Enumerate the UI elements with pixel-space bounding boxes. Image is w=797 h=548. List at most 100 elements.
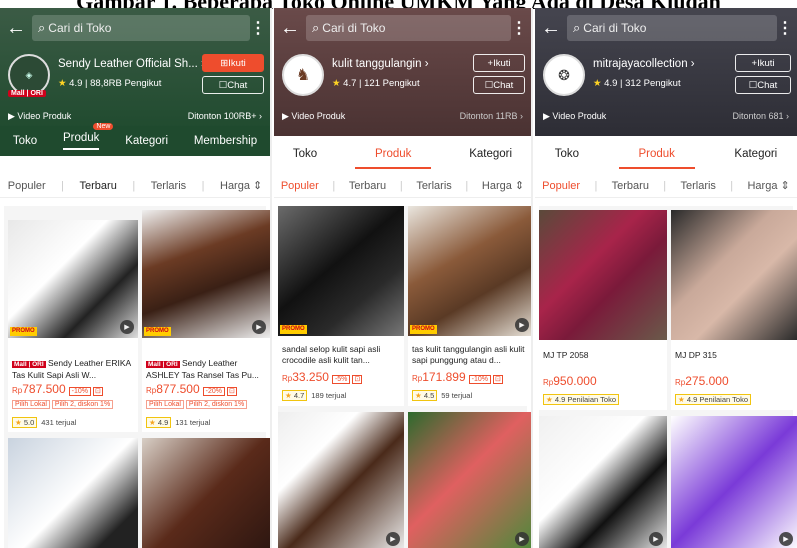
product-image xyxy=(539,210,667,340)
sort-bar: Populer | Terbaru | Terlaris | Harga ⇕ xyxy=(535,174,797,198)
shop-panel-kulit: ← ⌕ Cari di Toko ⋮ ♞ kulit tanggulangin ›… xyxy=(274,8,533,548)
sort-terbaru[interactable]: Terbaru xyxy=(612,180,649,192)
follow-button[interactable]: ⊞ Ikuti xyxy=(202,54,264,72)
sort-bar: Populer | Terbaru | Terlaris | Harga ⇕ xyxy=(274,174,531,198)
search-input[interactable]: ⌕ Cari di Toko xyxy=(32,15,250,41)
views-count: Ditonton 681 xyxy=(732,111,784,121)
more-options-icon[interactable]: ⋮ xyxy=(250,18,266,38)
chat-button[interactable]: ☐ Chat xyxy=(735,76,791,94)
sort-terlaris[interactable]: Terlaris xyxy=(416,180,451,192)
product-grid: MJ TP 2058 Rp950.000 ★ 4.9 Penilaian Tok… xyxy=(539,206,797,548)
shop-panel-sendy: ← ⌕ Cari di Toko ⋮ ◈ Mall | ORI Sendy Lea… xyxy=(0,8,272,548)
shop-avatar[interactable]: ❂ xyxy=(543,54,585,96)
product-card[interactable]: ▶ xyxy=(671,416,797,548)
shop-name[interactable]: Sendy Leather Official Sh... › xyxy=(58,58,205,70)
product-image xyxy=(671,210,797,340)
follow-button[interactable]: + Ikuti xyxy=(735,54,791,72)
product-card[interactable]: MJ DP 315 Rp275.000 ★ 4.9 Penilaian Toko xyxy=(671,210,797,410)
promo-badge: PROMO xyxy=(144,327,171,336)
play-icon: ▶ xyxy=(515,318,529,332)
shop-panel-mitrajaya: ← ⌕ Cari di Toko ⋮ ❂ mitrajayacollection … xyxy=(535,8,797,548)
more-options-icon[interactable]: ⋮ xyxy=(777,18,793,38)
tab-kategori[interactable]: Kategori xyxy=(469,148,512,160)
shop-name[interactable]: mitrajayacollection › xyxy=(593,58,695,70)
product-card[interactable]: ▶ xyxy=(408,412,531,548)
product-chips: Pilih Lokal Pilih 2, diskon 1% xyxy=(12,400,114,409)
product-title: Mall | ORI Sendy Leather ASHLEY Tas Rans… xyxy=(146,358,259,380)
product-card[interactable]: ▶ xyxy=(539,416,667,548)
chat-button[interactable]: ☐ Chat xyxy=(473,76,525,94)
tab-bar: Toko Produk New Kategori Membership xyxy=(0,123,270,156)
sort-terbaru[interactable]: Terbaru xyxy=(349,180,386,192)
product-card[interactable]: PROMO ▶ Mall | ORI Sendy Leather ASHLEY T… xyxy=(142,210,270,432)
product-price: Rp877.500 -20% ⊡ xyxy=(146,382,237,396)
product-meta: ★ 4.7 189 terjual xyxy=(282,390,346,401)
tab-kategori[interactable]: Kategori xyxy=(125,135,168,147)
follow-button[interactable]: + Ikuti xyxy=(473,54,525,72)
back-arrow-icon[interactable]: ← xyxy=(541,17,567,40)
sort-populer[interactable]: Populer xyxy=(281,180,319,192)
play-icon: ▶ xyxy=(252,320,266,334)
product-price: Rp950.000 xyxy=(543,374,597,388)
video-row[interactable]: ▶ Video Produk Ditonton 681 › xyxy=(535,106,797,126)
tab-toko[interactable]: Toko xyxy=(293,148,317,160)
product-card[interactable]: PROMO ▶ tas kulit tanggulangin asli kulit… xyxy=(408,206,531,406)
product-title: tas kulit tanggulangin asli kulit sapi p… xyxy=(412,344,525,365)
shop-info: ♞ kulit tanggulangin › ★ 4.7 | 121 Pengi… xyxy=(282,54,525,104)
search-icon: ⌕ xyxy=(573,20,581,35)
back-arrow-icon[interactable]: ← xyxy=(280,17,306,40)
tab-kategori[interactable]: Kategori xyxy=(734,148,777,160)
tab-produk[interactable]: Produk xyxy=(354,148,432,169)
search-icon: ⌕ xyxy=(312,20,320,35)
play-icon: ▶ xyxy=(120,320,134,334)
product-price: Rp33.250 -5% ⊡ xyxy=(282,370,363,384)
sort-harga[interactable]: Harga ⇕ xyxy=(747,179,789,192)
tab-produk[interactable]: Produk New xyxy=(62,123,114,150)
video-row[interactable]: ▶ Video Produk Ditonton 100RB+ › xyxy=(0,106,270,126)
shop-header: ← ⌕ Cari di Toko ⋮ ♞ kulit tanggulangin ›… xyxy=(274,8,531,136)
sort-terlaris[interactable]: Terlaris xyxy=(680,180,715,192)
product-image: PROMO xyxy=(278,206,404,336)
sort-terbaru[interactable]: Terbaru xyxy=(80,180,117,192)
views-count: Ditonton 100RB+ xyxy=(187,111,257,121)
tab-membership[interactable]: Membership xyxy=(194,135,257,147)
shop-name[interactable]: kulit tanggulangin › xyxy=(332,58,429,70)
search-input[interactable]: ⌕ Cari di Toko xyxy=(567,15,777,41)
product-card[interactable]: PROMO sandal selop kulit sapi asli croco… xyxy=(278,206,404,406)
shop-avatar[interactable]: ♞ xyxy=(282,54,324,96)
product-grid: PROMO sandal selop kulit sapi asli croco… xyxy=(278,206,531,548)
search-placeholder: Cari di Toko xyxy=(322,21,386,35)
product-title: MJ DP 315 xyxy=(675,350,717,360)
product-price: Rp275.000 xyxy=(675,374,729,388)
search-icon: ⌕ xyxy=(38,20,46,35)
tab-toko[interactable]: Toko xyxy=(555,148,579,160)
tab-toko[interactable]: Toko xyxy=(13,135,37,147)
product-card[interactable]: PROMO ▶ Mall | ORI Sendy Leather ERIKA Ta… xyxy=(8,220,138,432)
play-icon: ▶ xyxy=(515,532,529,546)
product-meta: ★ 4.5 59 terjual xyxy=(412,390,472,401)
more-options-icon[interactable]: ⋮ xyxy=(511,18,527,38)
product-card[interactable] xyxy=(142,438,270,548)
sort-harga[interactable]: Harga ⇕ xyxy=(220,179,262,192)
back-arrow-icon[interactable]: ← xyxy=(6,17,32,40)
sort-populer[interactable]: Populer xyxy=(8,180,46,192)
video-row[interactable]: ▶ Video Produk Ditonton 11RB › xyxy=(274,106,531,126)
tab-produk[interactable]: Produk xyxy=(618,148,695,169)
product-chips: Pilih Lokal Pilih 2, diskon 1% xyxy=(146,400,248,409)
product-title: sandal selop kulit sapi asli crocodile a… xyxy=(282,344,381,365)
product-card[interactable]: MJ TP 2058 Rp950.000 ★ 4.9 Penilaian Tok… xyxy=(539,210,667,410)
shop-header: ← ⌕ Cari di Toko ⋮ ❂ mitrajayacollection … xyxy=(535,8,797,136)
search-input[interactable]: ⌕ Cari di Toko xyxy=(306,15,511,41)
sort-populer[interactable]: Populer xyxy=(542,180,580,192)
sort-harga[interactable]: Harga ⇕ xyxy=(482,179,524,192)
search-placeholder: Cari di Toko xyxy=(583,21,647,35)
search-row: ← ⌕ Cari di Toko ⋮ xyxy=(541,14,793,42)
sort-bar: Populer | Terbaru | Terlaris | Harga ⇕ xyxy=(0,174,270,198)
product-meta: ★ 4.9 Penilaian Toko xyxy=(675,394,751,405)
sort-terlaris[interactable]: Terlaris xyxy=(151,180,186,192)
product-card[interactable] xyxy=(8,438,138,548)
chat-button[interactable]: ☐ Chat xyxy=(202,76,264,94)
views-count: Ditonton 11RB xyxy=(459,111,518,121)
product-card[interactable]: ▶ xyxy=(278,412,404,548)
tab-bar: Toko Produk Kategori xyxy=(535,136,797,172)
